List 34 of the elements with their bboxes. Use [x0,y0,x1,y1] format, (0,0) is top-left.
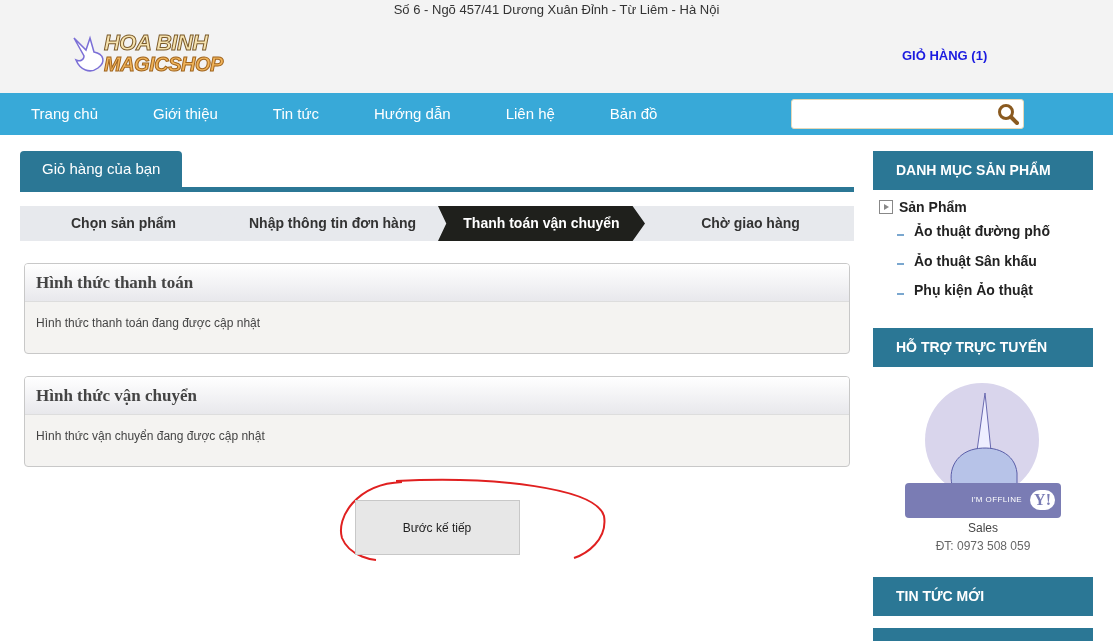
nav-link[interactable]: Bản đồ [609,102,658,126]
logo-text: HOA BINH [104,32,210,54]
logo-subtext: MAGICSHOP [104,54,223,74]
nav-link[interactable]: Hướng dẫn [374,102,451,126]
category-link[interactable]: Ảo thuật đường phố [914,221,1050,243]
nav-link[interactable]: Tin tức [272,102,320,126]
cart-link[interactable]: GIỎ HÀNG (1) [902,46,988,66]
dash-icon [897,263,904,266]
address-text: Số 6 - Ngõ 457/41 Dương Xuân Đỉnh - Từ Liêm - Hà Nội [392,1,721,19]
section-header: HỖ TRỢ TRỰC TUYẾN [873,327,1093,367]
panel-text: Hình thức vận chuyển đang được cập nhật [35,428,266,445]
support-name: Sales [968,519,998,537]
nav-link[interactable]: Liên hệ [505,102,555,126]
checkout-step: Thanh toán vận chuyển [438,206,645,241]
panel-title: Hình thức vận chuyển [25,377,849,415]
section-header: DANH MỤC SẢN PHẨM [873,151,1093,190]
category-link[interactable]: Ảo thuật Sân khấu [914,250,1037,272]
panel-title: Hình thức thanh toán [25,264,849,302]
category-link[interactable]: Sản Phẩm [899,196,967,218]
messenger-logo: Y! [1030,490,1055,510]
nav-link[interactable]: Trang chủ [31,102,98,126]
cart-tab[interactable]: Giỏ hàng của bạn [20,151,183,187]
status-text: I'M OFFLINE [971,494,1023,506]
nav-link[interactable]: Giới thiệu [153,102,218,126]
search-icon[interactable] [997,103,1019,125]
dash-icon [897,233,904,236]
search-field[interactable] [791,99,1024,129]
category-link[interactable]: Phụ kiện Ảo thuật [914,280,1033,302]
offline-badge[interactable]: I'M OFFLINE Y! [905,482,1061,518]
panel-text: Hình thức thanh toán đang được cập nhật [35,315,262,332]
dash-icon [897,292,904,295]
section-header: TIN TỨC MỚI [873,576,1093,616]
next-step-button[interactable]: Bước kế tiếp [354,500,520,555]
support-phone: ĐT: 0973 508 059 [935,537,1031,555]
